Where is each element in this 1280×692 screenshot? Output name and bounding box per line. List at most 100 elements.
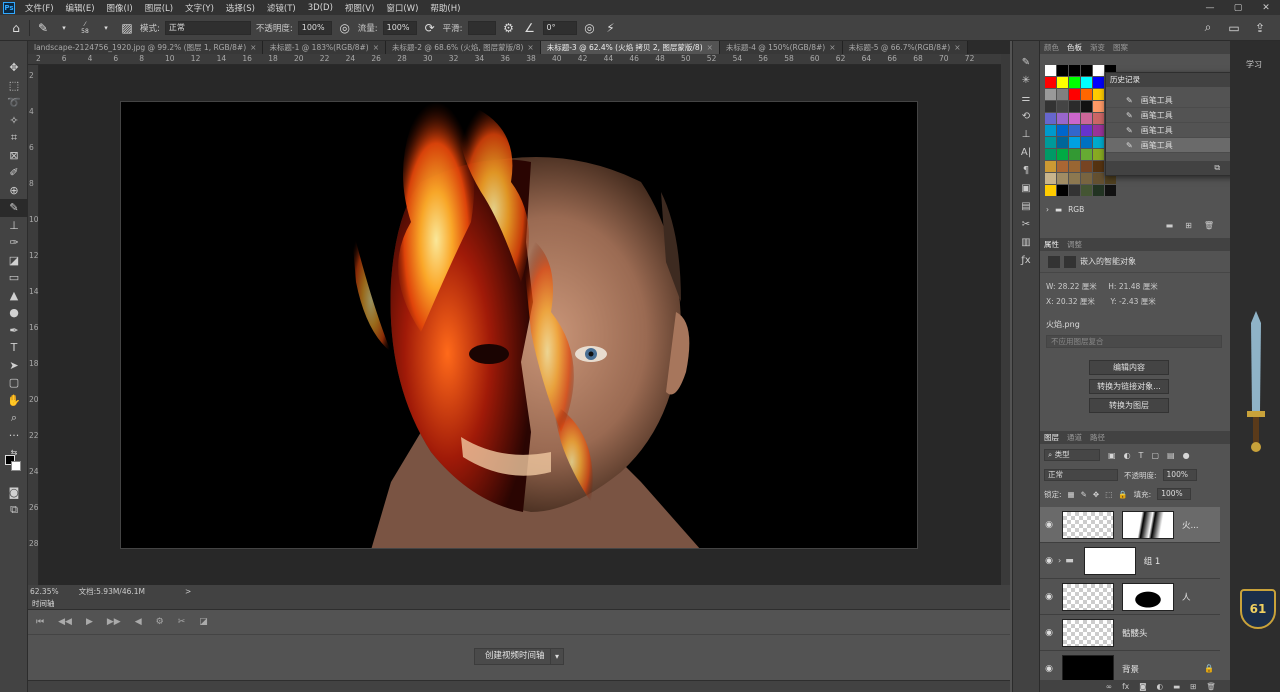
zoom-tool-icon[interactable]: ⌕ — [0, 409, 28, 427]
layer-mask-thumbnail[interactable] — [1122, 510, 1174, 539]
color-swatch[interactable] — [1069, 149, 1080, 160]
adjustment-layer-icon[interactable]: ◐ — [1157, 682, 1164, 691]
lock-pixels-icon[interactable]: ✎ — [1081, 490, 1087, 499]
convert-to-layers-button[interactable]: 转换为图层 — [1089, 398, 1169, 413]
lock-artboard-icon[interactable]: ⬚ — [1105, 490, 1112, 499]
color-swatch[interactable] — [1081, 89, 1092, 100]
gradient-tool-icon[interactable]: ▭ — [0, 269, 28, 287]
tab-gradients[interactable]: 渐变 — [1090, 42, 1105, 53]
first-frame-icon[interactable]: ⏮ — [36, 617, 44, 627]
color-swatch[interactable] — [1081, 149, 1092, 160]
convert-to-linked-button[interactable]: 转换为链接对象... — [1089, 379, 1169, 394]
color-swatch[interactable] — [1045, 137, 1056, 148]
brush-tool-preset-icon[interactable]: ✎ — [35, 20, 51, 36]
color-swatch[interactable] — [1045, 149, 1056, 160]
prev-frame-icon[interactable]: ◀◀ — [58, 617, 72, 627]
healing-tool-icon[interactable]: ⊕ — [0, 182, 28, 200]
quick-select-tool-icon[interactable]: ✧ — [0, 112, 28, 130]
color-swatch[interactable] — [1069, 185, 1080, 196]
mode-select[interactable]: 正常 — [164, 20, 251, 35]
color-swatch[interactable] — [1081, 125, 1092, 136]
eye-icon[interactable]: ◉ — [1040, 664, 1058, 674]
document-canvas[interactable] — [120, 101, 918, 549]
color-swatch[interactable] — [1093, 137, 1104, 148]
timeline-title[interactable]: 时间轴 — [28, 598, 1010, 610]
color-swatch[interactable] — [1069, 125, 1080, 136]
color-swatch[interactable] — [1081, 77, 1092, 88]
vertical-scrollbar[interactable] — [1001, 54, 1010, 585]
color-swatch[interactable] — [1057, 89, 1068, 100]
tab-swatches[interactable]: 色板 — [1067, 42, 1082, 53]
dodge-tool-icon[interactable]: ● — [0, 304, 28, 322]
color-swatch[interactable] — [1093, 89, 1104, 100]
add-mask-icon[interactable]: ◙ — [1139, 682, 1146, 691]
x-value[interactable]: 20.32 厘米 — [1056, 294, 1100, 309]
width-value[interactable]: 28.22 厘米 — [1058, 279, 1102, 294]
menu-file[interactable]: 文件(F) — [19, 2, 60, 14]
menu-type[interactable]: 文字(Y) — [179, 2, 220, 14]
menu-window[interactable]: 窗口(W) — [380, 2, 424, 14]
eye-icon[interactable]: ◉ — [1040, 556, 1058, 566]
brush-panel-icon[interactable]: ✎ — [1013, 53, 1039, 71]
color-swatch[interactable] — [1069, 137, 1080, 148]
transition-icon[interactable]: ◪ — [199, 617, 208, 627]
frame-tool-icon[interactable]: ⊠ — [0, 147, 28, 165]
tab-color[interactable]: 颜色 — [1044, 42, 1059, 53]
level-badge[interactable]: 61 — [1240, 589, 1276, 629]
filter-type-icon[interactable]: T — [1139, 451, 1144, 460]
next-frame-icon[interactable]: ▶▶ — [107, 617, 121, 627]
color-swatch[interactable] — [1045, 89, 1056, 100]
chevron-down-icon[interactable]: ▾ — [550, 648, 564, 665]
color-swatch[interactable] — [1069, 77, 1080, 88]
color-swatch[interactable] — [1045, 173, 1056, 184]
close-icon[interactable]: × — [829, 43, 835, 52]
close-icon[interactable]: × — [527, 43, 533, 52]
color-swatch[interactable] — [1081, 137, 1092, 148]
color-swatch[interactable] — [1069, 113, 1080, 124]
color-swatch[interactable] — [1081, 65, 1092, 76]
chevron-down-icon[interactable]: ▾ — [98, 20, 114, 36]
angle-input[interactable]: 0° — [542, 20, 577, 35]
workspace-icon[interactable]: ▭ — [1226, 20, 1242, 36]
eyedropper-tool-icon[interactable]: ✐ — [0, 164, 28, 182]
color-swatch[interactable] — [1081, 173, 1092, 184]
doc-tab-active[interactable]: 未标题-3 @ 62.4% (火焰 拷贝 2, 图层蒙版/8) × — [540, 41, 720, 54]
brush-settings-icon[interactable]: ▨ — [119, 20, 135, 36]
move-tool-icon[interactable]: ✥ — [0, 59, 28, 77]
type-tool-icon[interactable]: T — [0, 339, 28, 357]
eye-icon[interactable]: ◉ — [1040, 520, 1058, 530]
blend-mode-select[interactable]: 正常 — [1044, 469, 1118, 481]
lock-transparency-icon[interactable]: ▦ — [1068, 490, 1075, 499]
layer-row[interactable]: ◉ 骷髅头 — [1040, 615, 1220, 651]
audio-icon[interactable]: ◀ — [135, 617, 142, 627]
color-swatch[interactable] — [1045, 101, 1056, 112]
color-swatch[interactable] — [1057, 137, 1068, 148]
gear-icon[interactable]: ⚙ — [501, 20, 517, 36]
filter-smart-icon[interactable]: ▤ — [1167, 451, 1175, 460]
y-value[interactable]: -2.43 厘米 — [1119, 297, 1156, 306]
doc-tab[interactable]: 未标题-2 @ 68.6% (火焰, 图层蒙版/8) × — [386, 41, 541, 54]
menu-edit[interactable]: 编辑(E) — [60, 2, 101, 14]
color-swatch[interactable] — [1093, 77, 1104, 88]
more-tools-icon[interactable]: ··· — [0, 427, 28, 445]
layer-mask-thumbnail[interactable] — [1083, 546, 1136, 575]
chevron-right-icon[interactable]: › — [1058, 556, 1061, 565]
pen-tool-icon[interactable]: ✒ — [0, 322, 28, 340]
new-layer-icon[interactable]: ⊞ — [1190, 682, 1196, 691]
adjustments-icon[interactable]: ⚌ — [1013, 89, 1039, 107]
close-window-button[interactable]: ✕ — [1252, 3, 1280, 13]
filter-toggle-icon[interactable]: ● — [1183, 451, 1190, 460]
path-select-tool-icon[interactable]: ➤ — [0, 357, 28, 375]
tab-channels[interactable]: 通道 — [1067, 432, 1082, 443]
color-swatch[interactable] — [1105, 185, 1116, 196]
link-layers-icon[interactable]: ∞ — [1106, 682, 1112, 691]
color-swatch[interactable] — [1057, 173, 1068, 184]
search-icon[interactable]: ⌕ — [1200, 20, 1216, 36]
doc-tab[interactable]: landscape-2124756_1920.jpg @ 99.2% (图层 1… — [28, 41, 264, 54]
eraser-tool-icon[interactable]: ◪ — [0, 252, 28, 270]
color-swatch[interactable] — [1093, 149, 1104, 160]
info-icon[interactable]: ▤ — [1013, 197, 1039, 215]
symmetry-icon[interactable]: ⚡ — [603, 20, 619, 36]
flow-input[interactable]: 100% — [382, 20, 417, 35]
fill-input[interactable]: 100% — [1157, 488, 1192, 500]
